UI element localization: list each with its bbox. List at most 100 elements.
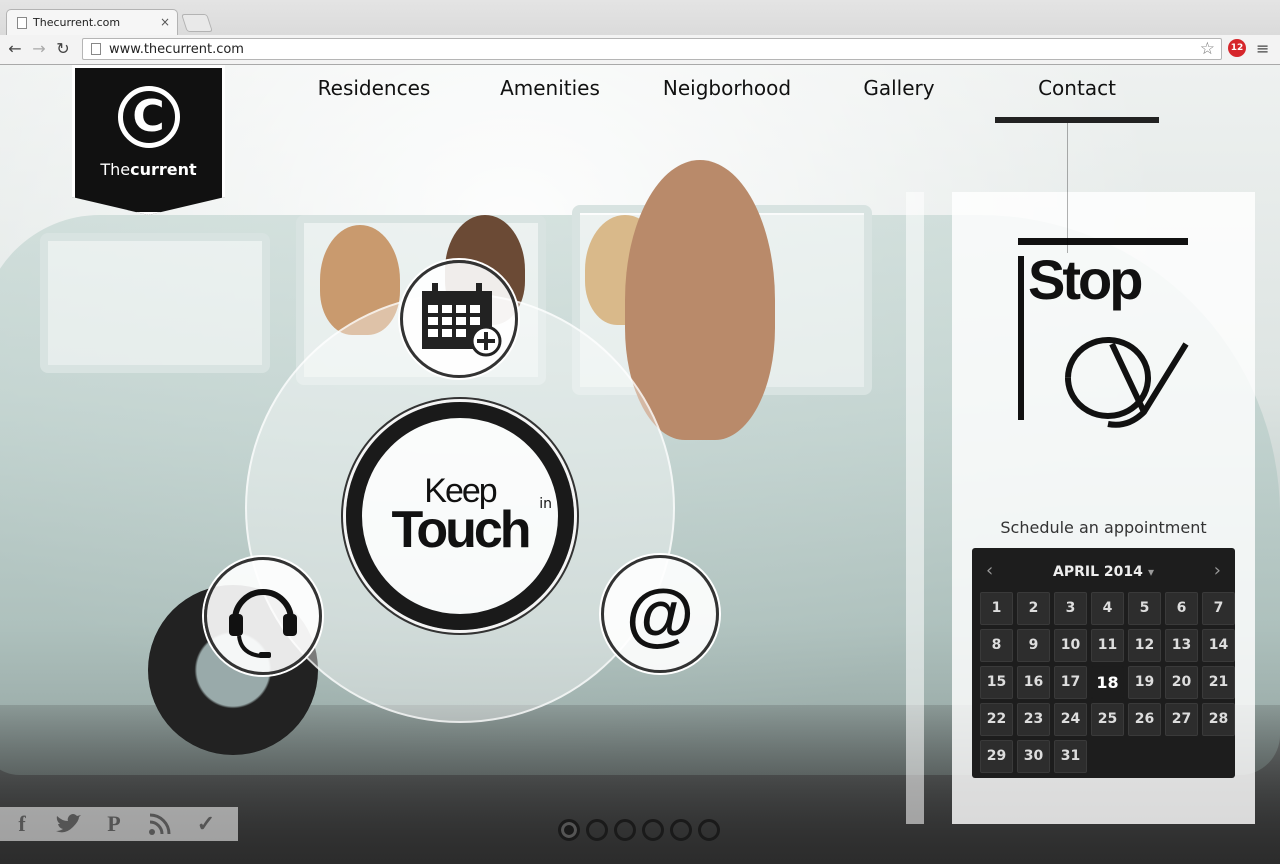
calendar-day[interactable]: 20 (1165, 666, 1198, 699)
calendar-day[interactable]: 29 (980, 740, 1013, 773)
calendar-day[interactable]: 19 (1128, 666, 1161, 699)
calendar-day[interactable]: 18 (1091, 666, 1124, 699)
calendar-day[interactable]: 9 (1017, 629, 1050, 662)
heading-bar (1018, 238, 1188, 245)
stop-by-heading: Stop by (1016, 238, 1190, 428)
logo-text: Thecurrent (100, 160, 197, 179)
browser-chrome: Thecurrent.com × ← → ↻ www.thecurrent.co… (0, 0, 1280, 65)
next-month-icon[interactable]: › (1214, 560, 1221, 581)
address-bar[interactable]: www.thecurrent.com ☆ (82, 38, 1222, 60)
url-text: www.thecurrent.com (109, 41, 244, 57)
menu-icon[interactable]: ≡ (1256, 39, 1269, 58)
slider-dot[interactable] (642, 819, 664, 841)
calendar-day[interactable]: 28 (1202, 703, 1235, 736)
main-nav: Residences Amenities Neigborhood Gallery… (290, 75, 1170, 115)
month-label: APRIL 2014 (1053, 563, 1143, 580)
person-image (625, 160, 775, 440)
calendar-day[interactable]: 22 (980, 703, 1013, 736)
slider-dot[interactable] (558, 819, 580, 841)
calendar-day[interactable]: 12 (1128, 629, 1161, 662)
calendar-day[interactable]: 4 (1091, 592, 1124, 625)
calendar-day[interactable]: 24 (1054, 703, 1087, 736)
nav-gallery[interactable]: Gallery (826, 75, 972, 115)
touch-text: Touch (391, 501, 531, 559)
stop-by-panel: Stop by Schedule an appointment ‹ APRIL … (952, 192, 1255, 824)
social-bar: f P ✓ (0, 807, 238, 841)
page-icon (17, 16, 27, 29)
page-icon (91, 43, 101, 55)
slider-dot[interactable] (586, 819, 608, 841)
phone-support-button[interactable] (204, 557, 322, 675)
tab-close-icon[interactable]: × (160, 15, 170, 29)
logo[interactable]: C Thecurrent (72, 65, 225, 215)
calendar-day[interactable]: 13 (1165, 629, 1198, 662)
by-lettering (1018, 256, 1189, 428)
nav-contact[interactable]: Contact (995, 75, 1159, 115)
calendar-day[interactable]: 23 (1017, 703, 1050, 736)
email-button[interactable]: @ (601, 555, 719, 673)
calendar-day[interactable]: 27 (1165, 703, 1198, 736)
tab-title: Thecurrent.com (33, 16, 121, 29)
calendar-day[interactable]: 7 (1202, 592, 1235, 625)
by-text: by (1016, 238, 1017, 239)
reload-icon[interactable]: ↻ (52, 38, 74, 60)
browser-toolbar: ← → ↻ www.thecurrent.com ☆ 12 ≡ (0, 35, 1280, 64)
car-window (40, 233, 270, 373)
calendar-day[interactable]: 8 (980, 629, 1013, 662)
slider-dot[interactable] (614, 819, 636, 841)
nav-amenities[interactable]: Amenities (472, 75, 628, 115)
calendar-day[interactable]: 1 (980, 592, 1013, 625)
keep-in-touch-badge: Keep in Touch (346, 402, 574, 630)
page: C Thecurrent Residences Amenities Neigbo… (0, 65, 1280, 864)
calendar-day[interactable]: 11 (1091, 629, 1124, 662)
in-text: in (539, 496, 552, 512)
slider-dot[interactable] (670, 819, 692, 841)
appointment-calendar: ‹ APRIL 2014 ▾ › 1 2 3 4 5 6 7 8 9 10 11 12 13 14 15 16… (972, 548, 1235, 778)
rss-shape (149, 813, 171, 835)
prev-month-icon[interactable]: ‹ (986, 560, 993, 581)
calendar-header: ‹ APRIL 2014 ▾ › (980, 556, 1227, 584)
twitter-bird-shape (56, 814, 81, 833)
new-tab-button[interactable] (181, 14, 213, 32)
twitter-icon[interactable] (54, 810, 82, 838)
panel-strip (906, 192, 924, 824)
schedule-label: Schedule an appointment (1000, 518, 1207, 537)
logo-mark: C (117, 86, 180, 148)
month-select[interactable]: APRIL 2014 ▾ (1053, 561, 1154, 580)
calendar-day[interactable]: 15 (980, 666, 1013, 699)
calendar-day[interactable]: 21 (1202, 666, 1235, 699)
back-icon[interactable]: ← (4, 38, 26, 60)
calendar-day[interactable]: 14 (1202, 629, 1235, 662)
calendar-day[interactable]: 25 (1091, 703, 1124, 736)
check-icon[interactable]: ✓ (192, 810, 220, 838)
calendar-day[interactable]: 31 (1054, 740, 1087, 773)
nav-active-indicator (995, 117, 1159, 123)
calendar-day[interactable]: 26 (1128, 703, 1161, 736)
calendar-day[interactable]: 6 (1165, 592, 1198, 625)
at-icon: @ (625, 575, 695, 653)
calendar-day[interactable]: 17 (1054, 666, 1087, 699)
calendar-grid: 1 2 3 4 5 6 7 8 9 10 11 12 13 14 15 16 17 18 19 20 21 22 23 24 2… (980, 592, 1235, 773)
calendar-day[interactable]: 2 (1017, 592, 1050, 625)
slider-dots (558, 819, 720, 841)
bookmark-star-icon[interactable]: ☆ (1200, 39, 1215, 59)
calendar-day[interactable]: 5 (1128, 592, 1161, 625)
calendar-day[interactable]: 10 (1054, 629, 1087, 662)
divider (1067, 123, 1068, 253)
slider-dot[interactable] (698, 819, 720, 841)
facebook-icon[interactable]: f (8, 810, 36, 838)
calendar-add-button[interactable] (400, 260, 518, 378)
headset-icon (229, 589, 297, 658)
calendar-day[interactable]: 30 (1017, 740, 1050, 773)
chevron-down-icon: ▾ (1147, 564, 1154, 579)
calendar-day[interactable]: 3 (1054, 592, 1087, 625)
nav-neighborhood[interactable]: Neigborhood (642, 75, 812, 115)
nav-residences[interactable]: Residences (290, 75, 458, 115)
forward-icon[interactable]: → (28, 38, 50, 60)
extension-icon[interactable]: 12 (1228, 39, 1246, 57)
pinterest-icon[interactable]: P (100, 810, 128, 838)
calendar-add-icon (422, 283, 502, 357)
browser-tab[interactable]: Thecurrent.com × (6, 9, 178, 35)
rss-icon[interactable] (146, 810, 174, 838)
calendar-day[interactable]: 16 (1017, 666, 1050, 699)
